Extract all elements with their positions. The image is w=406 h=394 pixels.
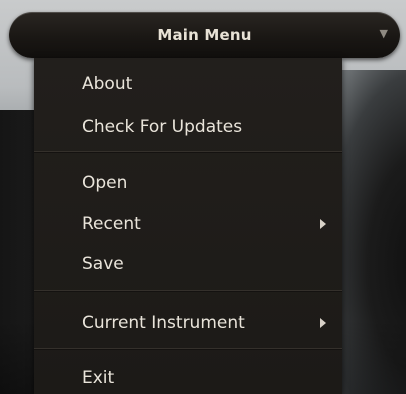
menu-item-save[interactable]: Save bbox=[34, 250, 342, 278]
menu-item-label: Recent bbox=[82, 214, 141, 234]
menu-separator bbox=[34, 290, 342, 292]
main-menu-title: Main Menu bbox=[157, 26, 252, 44]
menu-item-open[interactable]: Open bbox=[34, 169, 342, 197]
chevron-right-icon bbox=[320, 318, 326, 328]
menu-item-exit[interactable]: Exit bbox=[34, 364, 342, 392]
menu-item-label: Exit bbox=[82, 368, 115, 388]
menu-separator bbox=[34, 151, 342, 153]
menu-item-recent[interactable]: Recent bbox=[34, 210, 342, 238]
menu-item-label: About bbox=[82, 74, 133, 94]
menu-item-current-instrument[interactable]: Current Instrument bbox=[34, 309, 342, 337]
menu-item-label: Open bbox=[82, 173, 128, 193]
menu-item-about[interactable]: About bbox=[34, 70, 342, 98]
chevron-down-icon: ▼ bbox=[379, 27, 388, 40]
main-menu-button[interactable]: Main Menu ▼ bbox=[9, 12, 400, 58]
menu-separator bbox=[34, 348, 342, 350]
chevron-right-icon bbox=[320, 219, 326, 229]
menu-item-check-for-updates[interactable]: Check For Updates bbox=[34, 113, 342, 141]
menu-item-label: Check For Updates bbox=[82, 117, 243, 137]
main-menu-dropdown: About Check For Updates Open Recent Save… bbox=[34, 58, 342, 394]
menu-item-label: Current Instrument bbox=[82, 313, 245, 333]
app-canvas: Main Menu ▼ About Check For Updates Open… bbox=[0, 0, 406, 394]
menu-item-label: Save bbox=[82, 254, 124, 274]
